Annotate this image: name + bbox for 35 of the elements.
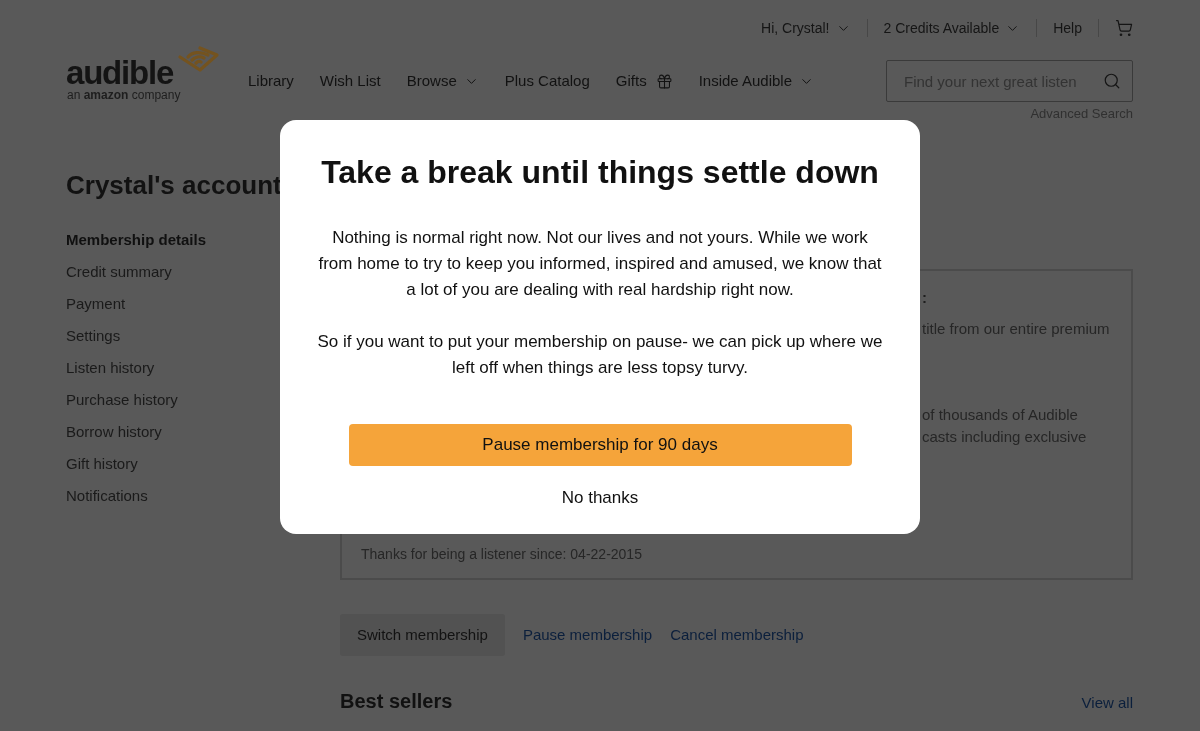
no-thanks-button[interactable]: No thanks (561, 487, 639, 509)
view-all-link[interactable]: View all (1081, 692, 1133, 715)
switch-membership-button[interactable]: Switch membership (340, 614, 505, 656)
logo-tagline: an amazon company (67, 89, 181, 102)
help-link[interactable]: Help (1053, 18, 1082, 38)
sidebar-item[interactable]: Membership details (66, 228, 207, 252)
nav-link[interactable]: Gifts (615, 69, 673, 93)
membership-link[interactable]: Pause membership (522, 623, 653, 647)
book-waves-icon (178, 46, 219, 72)
sidebar-item[interactable]: Listen history (66, 356, 155, 380)
audible-wordmark: audible (66, 56, 174, 89)
sidebar-item[interactable]: Payment (66, 292, 126, 316)
sidebar-item[interactable]: Credit summary (66, 260, 172, 284)
nav-link[interactable]: Library (248, 69, 294, 93)
dropdown-button[interactable]: Hi, Crystal! (761, 18, 851, 38)
dialog-title: Take a break until things settle down (321, 153, 879, 192)
nav-link[interactable]: Plus Catalog (504, 69, 590, 93)
sidebar-item[interactable]: Notifications (66, 484, 148, 508)
sidebar-item[interactable]: Purchase history (66, 388, 178, 412)
sidebar-item[interactable]: Settings (66, 324, 121, 348)
dialog-paragraph: Nothing is normal right now. Not our lives and not yours. While we work from home to try to keep you informed, inspired and amused, we know that a lot of you are dealing with real hardship right now. (317, 227, 883, 301)
sidebar-item[interactable]: Borrow history (66, 420, 162, 444)
sidebar-item[interactable]: Gift history (66, 452, 138, 476)
pause-button[interactable]: Pause membership for 90 days (348, 424, 852, 466)
nav-dropdown[interactable]: Inside Audible (698, 69, 815, 93)
nav-dropdown[interactable]: Browse (406, 69, 479, 93)
dropdown-button[interactable]: 2 Credits Available (883, 18, 1021, 38)
cart-icon[interactable] (1115, 19, 1133, 37)
search-icon[interactable] (1103, 72, 1121, 90)
card-heading-text: : (922, 288, 927, 308)
gift-icon (655, 72, 673, 90)
nav-link[interactable]: Wish List (319, 69, 381, 93)
dialog-paragraph: So if you want to put your membership on pause- we can pick up where we left off when things are less topsy turvy. (316, 331, 884, 379)
membership-link[interactable]: Cancel membership (670, 623, 804, 647)
best-sellers-heading: Best sellers (340, 689, 453, 714)
